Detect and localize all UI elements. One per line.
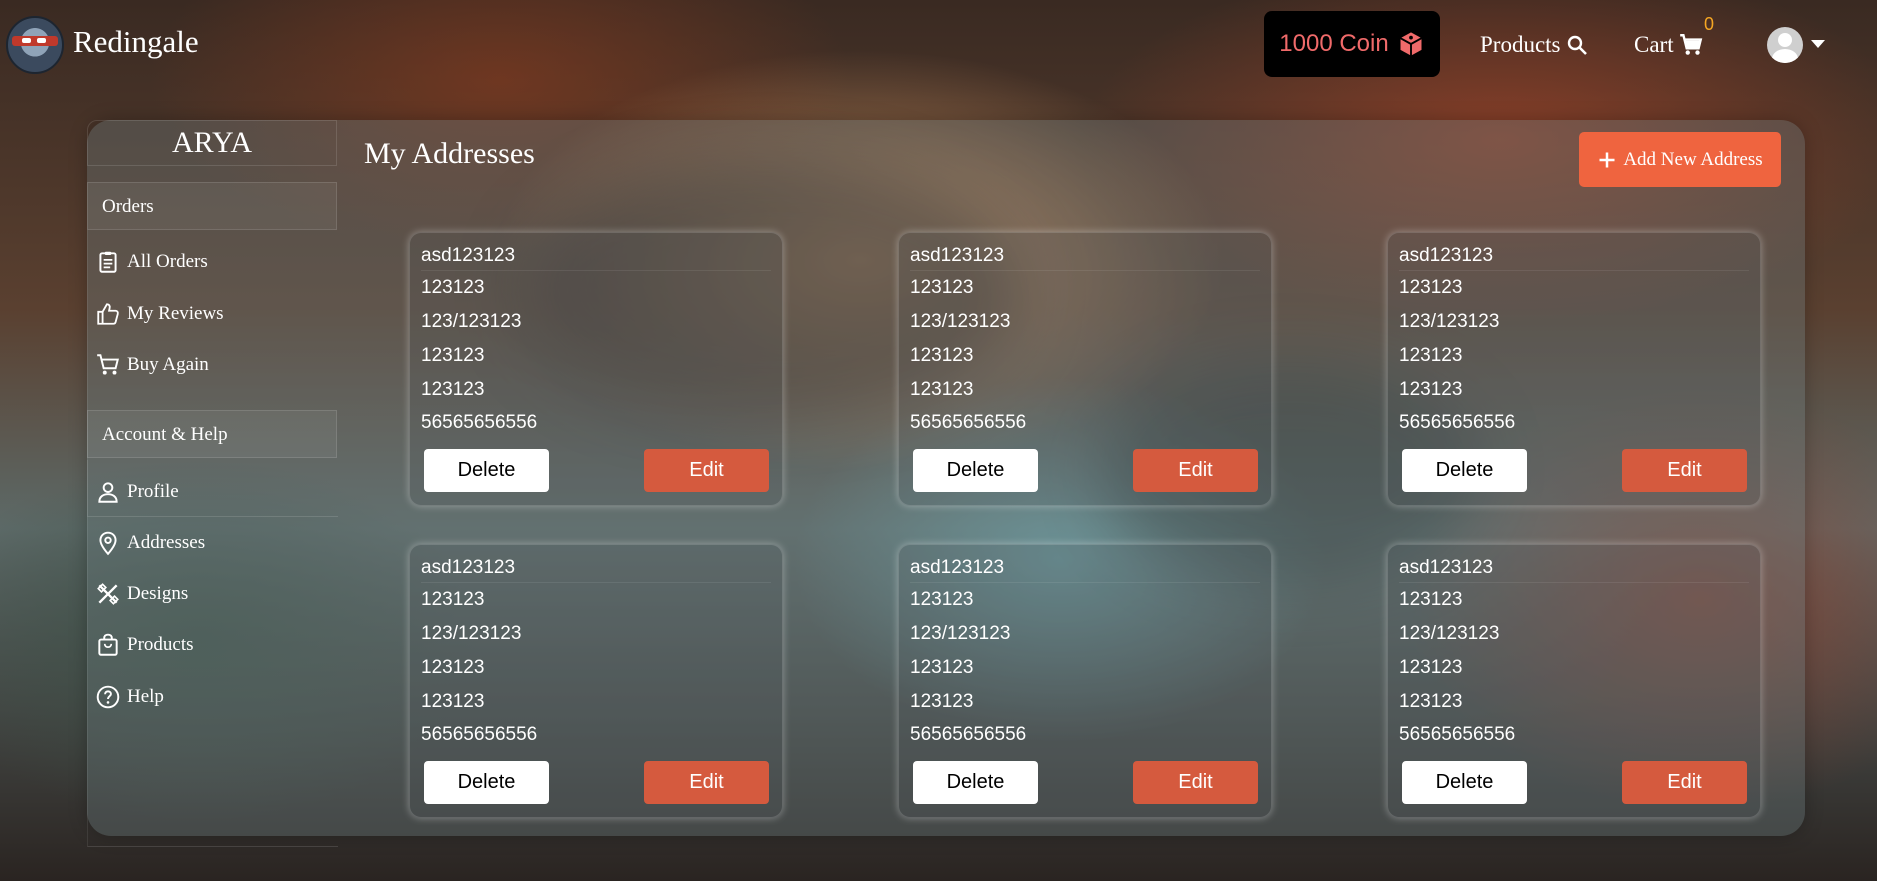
address-line: 123123 — [421, 657, 485, 678]
address-line: 123123 — [910, 277, 974, 298]
edit-address-button[interactable]: Edit — [644, 761, 769, 804]
chevron-down-icon[interactable] — [1811, 40, 1825, 48]
delete-address-button[interactable]: Delete — [1402, 449, 1527, 492]
address-phone: 56565656556 — [421, 412, 538, 433]
address-line: 123123 — [1399, 345, 1463, 366]
brand-name[interactable]: Redingale — [73, 24, 199, 60]
address-phone: 56565656556 — [910, 412, 1027, 433]
nav-cart-link[interactable]: Cart — [1634, 32, 1704, 58]
sidebar-item-buy-again[interactable]: Buy Again — [95, 349, 209, 381]
sidebar-section-account-help: Account & Help — [87, 410, 337, 458]
edit-address-button[interactable]: Edit — [1133, 761, 1258, 804]
nav-products-link[interactable]: Products — [1480, 32, 1589, 58]
address-line: 123123 — [910, 691, 974, 712]
sidebar-account-group — [87, 460, 338, 847]
address-line: 123123 — [1399, 657, 1463, 678]
coin-balance-button[interactable]: 1000 Coin — [1264, 11, 1440, 77]
add-new-address-label: Add New Address — [1623, 148, 1763, 170]
edit-address-button[interactable]: Edit — [1622, 449, 1747, 492]
sidebar-item-label: All Orders — [127, 251, 208, 272]
delete-address-button[interactable]: Delete — [424, 449, 549, 492]
delete-address-button[interactable]: Delete — [1402, 761, 1527, 804]
nav-cart-label: Cart — [1634, 32, 1674, 57]
address-line: 123123 — [421, 379, 485, 400]
address-line: 123123 — [910, 379, 974, 400]
address-name: asd123123 — [1399, 557, 1749, 583]
delete-address-button[interactable]: Delete — [913, 761, 1038, 804]
address-card: asd123123 123123 123/123123 123123 12312… — [898, 544, 1272, 818]
address-line: 123123 — [421, 345, 485, 366]
sidebar-item-my-reviews[interactable]: My Reviews — [95, 298, 224, 330]
address-card: asd123123 123123 123/123123 123123 12312… — [1387, 232, 1761, 506]
address-line: 123123 — [1399, 379, 1463, 400]
address-line: 123/123123 — [421, 623, 522, 644]
address-name: asd123123 — [1399, 245, 1749, 271]
sidebar-item-label: Buy Again — [127, 354, 209, 375]
cart-count-badge: 0 — [1704, 14, 1715, 34]
address-phone: 56565656556 — [910, 724, 1027, 745]
add-new-address-button[interactable]: Add New Address — [1579, 132, 1781, 187]
cart-icon — [1679, 34, 1702, 55]
address-card: asd123123 123123 123/123123 123123 12312… — [409, 232, 783, 506]
address-card: asd123123 123123 123/123123 123123 12312… — [898, 232, 1272, 506]
address-line: 123/123123 — [910, 311, 1011, 332]
cube-icon — [1399, 32, 1422, 56]
address-line: 123/123123 — [421, 311, 522, 332]
address-line: 123123 — [910, 657, 974, 678]
cart-icon — [97, 354, 119, 375]
address-name: asd123123 — [910, 245, 1260, 271]
address-line: 123/123123 — [910, 623, 1011, 644]
address-phone: 56565656556 — [421, 724, 538, 745]
user-avatar[interactable] — [1767, 27, 1803, 63]
sidebar-user-name: ARYA — [87, 120, 337, 166]
address-line: 123123 — [421, 691, 485, 712]
address-line: 123123 — [421, 589, 485, 610]
address-card: asd123123 123123 123/123123 123123 12312… — [409, 544, 783, 818]
address-line: 123/123123 — [1399, 311, 1500, 332]
address-line: 123/123123 — [1399, 623, 1500, 644]
address-name: asd123123 — [421, 245, 771, 271]
sidebar-section-orders: Orders — [87, 182, 337, 230]
address-phone: 56565656556 — [1399, 412, 1516, 433]
address-name: asd123123 — [421, 557, 771, 583]
delete-address-button[interactable]: Delete — [913, 449, 1038, 492]
address-line: 123123 — [910, 345, 974, 366]
top-nav-bar: Redingale 1000 Coin Products Cart 0 — [0, 0, 1877, 90]
thumbs-up-icon — [97, 303, 119, 325]
edit-address-button[interactable]: Edit — [1133, 449, 1258, 492]
address-line: 123123 — [910, 589, 974, 610]
edit-address-button[interactable]: Edit — [1622, 761, 1747, 804]
page-title: My Addresses — [364, 137, 535, 170]
edit-address-button[interactable]: Edit — [644, 449, 769, 492]
search-icon — [1567, 35, 1587, 55]
plus-icon — [1599, 152, 1615, 167]
account-sidebar: ARYA Orders All Orders My Reviews Buy Ag… — [87, 120, 339, 847]
address-line: 123123 — [1399, 691, 1463, 712]
sidebar-item-label: My Reviews — [127, 303, 224, 324]
address-phone: 56565656556 — [1399, 724, 1516, 745]
address-name: asd123123 — [910, 557, 1260, 583]
address-card: asd123123 123123 123/123123 123123 12312… — [1387, 544, 1761, 818]
sidebar-item-all-orders[interactable]: All Orders — [95, 246, 208, 278]
redingale-logo[interactable] — [6, 16, 64, 74]
clipboard-icon — [99, 251, 117, 273]
address-line: 123123 — [1399, 277, 1463, 298]
address-line: 123123 — [1399, 589, 1463, 610]
nav-products-label: Products — [1480, 32, 1561, 57]
address-line: 123123 — [421, 277, 485, 298]
delete-address-button[interactable]: Delete — [424, 761, 549, 804]
coin-balance-label: 1000 Coin — [1279, 30, 1389, 57]
